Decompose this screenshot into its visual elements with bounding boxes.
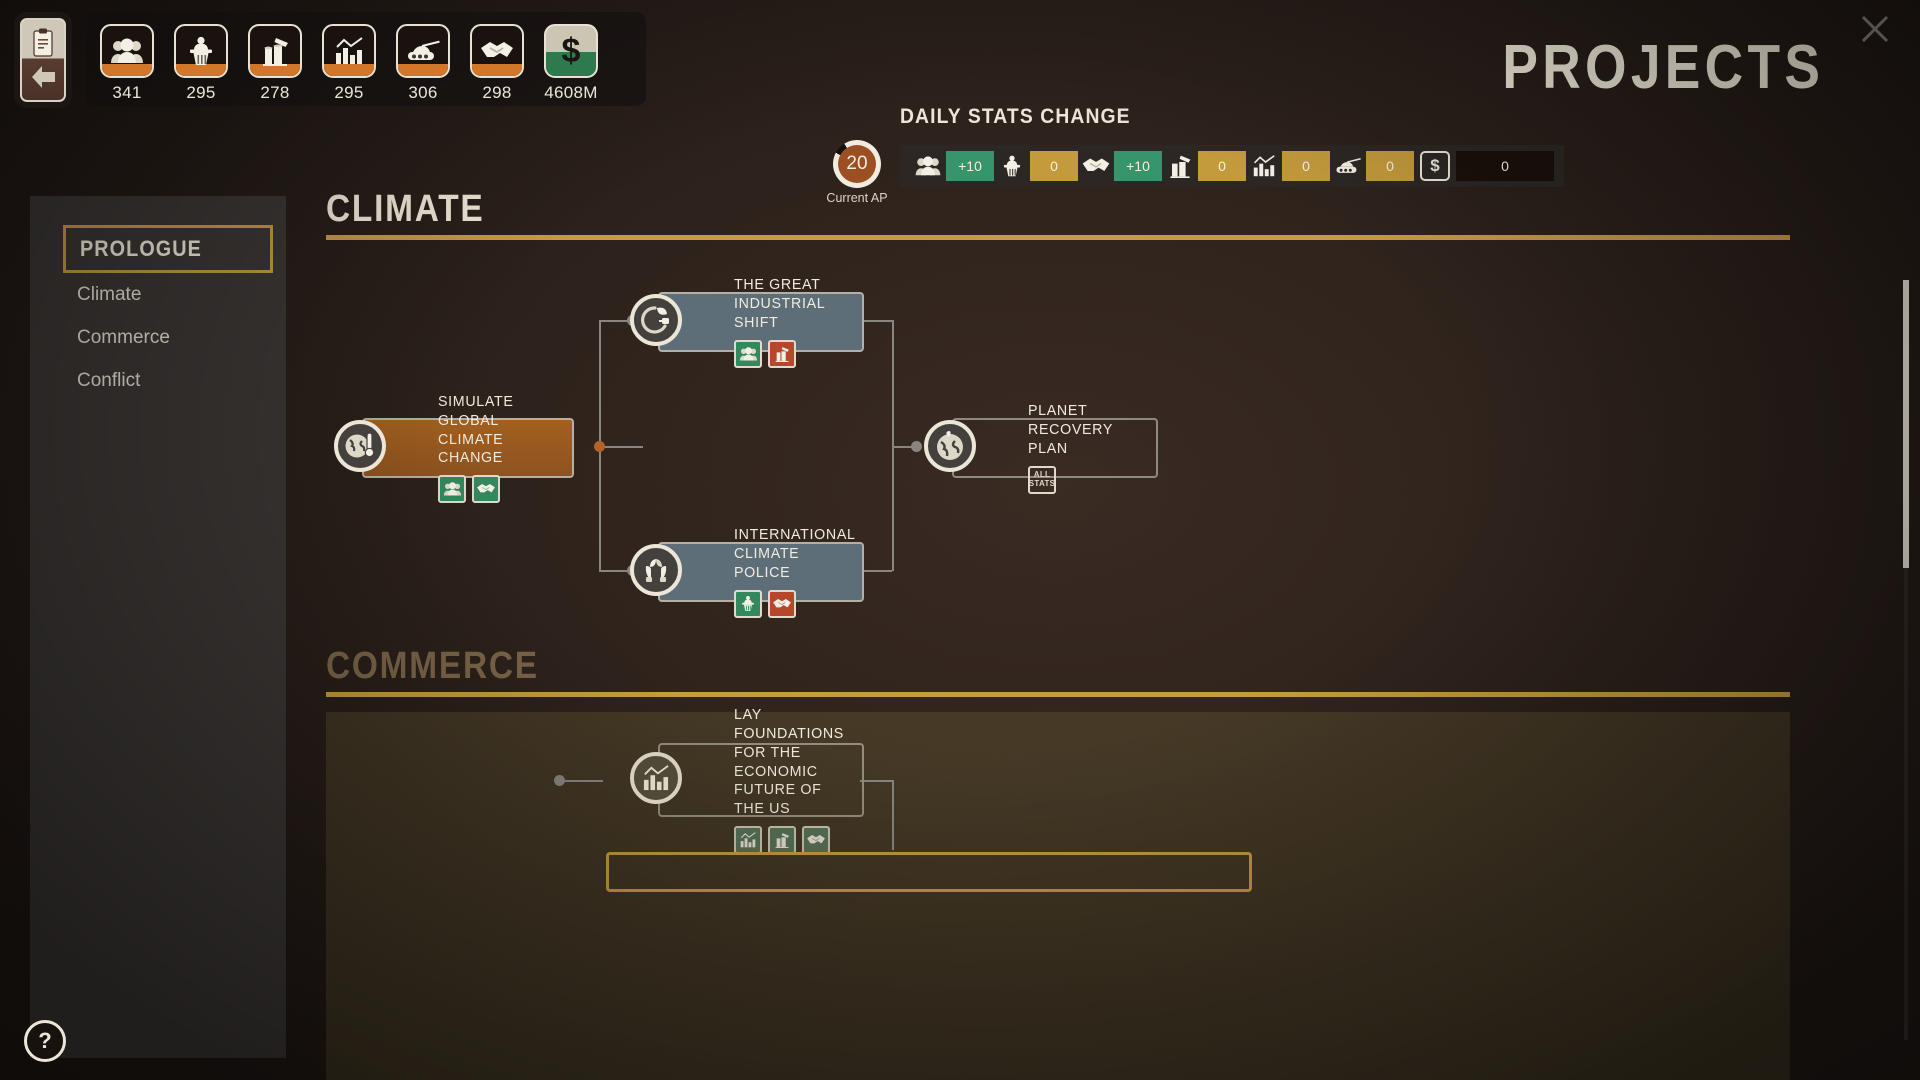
plug-leaf-icon[interactable]: [630, 294, 682, 346]
connector-node: [554, 775, 565, 786]
connector: [599, 446, 601, 571]
section-title-climate: CLIMATE: [326, 188, 485, 230]
hud-stat-diplomacy[interactable]: 298: [470, 24, 524, 103]
hud-stat-money[interactable]: $ 4608M: [544, 24, 598, 103]
project-card-partial-bottom[interactable]: [606, 852, 1252, 892]
globe-thermometer-icon[interactable]: [334, 420, 386, 472]
diplomacy-icon: [470, 24, 524, 78]
hud-stat-politics[interactable]: 295: [174, 24, 228, 103]
top-hud: 341 295 278 295 306 298 $ 4608M: [14, 12, 646, 108]
hud-stat-industry[interactable]: 278: [248, 24, 302, 103]
project-effect-chips: [734, 339, 862, 368]
close-icon[interactable]: [1854, 8, 1896, 50]
hud-stat-list: 341 295 278 295 306 298 $ 4608M: [100, 24, 598, 103]
economy-icon[interactable]: [630, 752, 682, 804]
hud-stat-population[interactable]: 341: [100, 24, 154, 103]
sidebar-item-label: Conflict: [77, 369, 141, 391]
connector-node: [911, 441, 922, 452]
all-stats-icon: ALL STATS: [1028, 465, 1056, 494]
commerce-dim-overlay: [326, 712, 1790, 1080]
section-divider-commerce: [326, 692, 1790, 697]
diplomacy-icon: [802, 825, 830, 854]
hud-stat-value: 298: [482, 83, 512, 102]
project-title: INTERNATIONAL CLIMATE POLICE: [734, 526, 856, 581]
clipboard-icon: [33, 28, 53, 57]
population-icon: [100, 24, 154, 78]
hud-stat-value: 306: [408, 83, 438, 102]
connector: [599, 320, 601, 448]
connector: [559, 780, 603, 782]
page-title: PROJECTS: [1502, 33, 1824, 102]
section-title-commerce: COMMERCE: [326, 645, 539, 687]
hud-stat-military[interactable]: 306: [396, 24, 450, 103]
hud-stat-value: 295: [334, 83, 364, 102]
connector: [860, 320, 892, 322]
project-title: SIMULATE GLOBAL CLIMATE CHANGE: [438, 393, 514, 467]
money-icon: $: [544, 24, 598, 78]
help-button[interactable]: ?: [24, 1020, 66, 1062]
industry-icon: [248, 24, 302, 78]
economy-icon: [734, 825, 762, 854]
project-card-international-climate-police[interactable]: INTERNATIONAL CLIMATE POLICE: [658, 526, 864, 618]
project-card-planet-recovery-plan[interactable]: PLANET RECOVERY PLAN ALL STATS: [952, 402, 1158, 494]
back-button[interactable]: [14, 12, 72, 108]
globe-leaf-icon[interactable]: [924, 420, 976, 472]
politics-icon: [734, 589, 762, 618]
project-card-the-great-industrial-shift[interactable]: THE GREAT INDUSTRIAL SHIFT: [658, 276, 864, 368]
diplomacy-icon: [768, 589, 796, 618]
sidebar-item-prologue[interactable]: PROLOGUE: [63, 225, 273, 273]
project-card-lay-foundations-economic[interactable]: LAY FOUNDATIONS FOR THE ECONOMIC FUTURE …: [658, 706, 864, 854]
back-button-face: [20, 18, 66, 102]
sidebar-item-conflict[interactable]: Conflict: [77, 359, 273, 402]
project-card-simulate-global-climate-change[interactable]: SIMULATE GLOBAL CLIMATE CHANGE: [362, 393, 574, 503]
hud-stat-economy[interactable]: 295: [322, 24, 376, 103]
connector: [860, 570, 892, 572]
back-arrow-icon: [32, 66, 55, 88]
population-icon: [438, 475, 466, 503]
project-title: LAY FOUNDATIONS FOR THE ECONOMIC FUTURE …: [734, 706, 844, 817]
sidebar-item-commerce[interactable]: Commerce: [77, 316, 273, 359]
economy-icon: [322, 24, 376, 78]
svg-text:$: $: [562, 32, 581, 70]
hands-plant-icon[interactable]: [630, 544, 682, 596]
sidebar-item-label: Climate: [77, 283, 142, 305]
connector-node: [594, 441, 605, 452]
sidebar-header-label: PROLOGUE: [80, 236, 202, 261]
sidebar-item-climate[interactable]: Climate: [77, 273, 273, 316]
connector: [892, 780, 894, 850]
ap-value: 20: [846, 153, 868, 174]
project-effect-chips: ALL STATS: [1028, 465, 1156, 494]
industry-icon: [768, 825, 796, 854]
connector: [892, 320, 894, 446]
section-divider-climate: [326, 235, 1790, 240]
project-title: THE GREAT INDUSTRIAL SHIFT: [734, 276, 825, 331]
hud-stat-value: 4608M: [544, 83, 598, 102]
connector: [860, 780, 892, 782]
project-effect-chips: [438, 475, 572, 503]
project-title: PLANET RECOVERY PLAN: [1028, 402, 1113, 457]
daily-stats-label: DAILY STATS CHANGE: [900, 105, 1131, 128]
sidebar: PROLOGUE Climate Commerce Conflict: [30, 196, 286, 1058]
hud-stat-value: 295: [186, 83, 216, 102]
industry-icon: [768, 339, 796, 368]
population-icon: [734, 339, 762, 368]
hud-stat-value: 278: [260, 83, 290, 102]
scrollbar-thumb[interactable]: [1903, 280, 1909, 568]
sidebar-item-label: Commerce: [77, 326, 170, 348]
project-effect-chips: [734, 825, 862, 854]
hud-stat-value: 341: [112, 83, 142, 102]
connector: [599, 446, 643, 448]
diplomacy-icon: [472, 475, 500, 503]
connector: [892, 446, 894, 571]
military-icon: [396, 24, 450, 78]
all-stats-label: ALL STATS: [1028, 470, 1056, 488]
project-effect-chips: [734, 589, 862, 618]
politics-icon: [174, 24, 228, 78]
projects-canvas: CLIMATE SIMULATE GLOBAL CLIMATE CHANGE T…: [286, 140, 1920, 1080]
